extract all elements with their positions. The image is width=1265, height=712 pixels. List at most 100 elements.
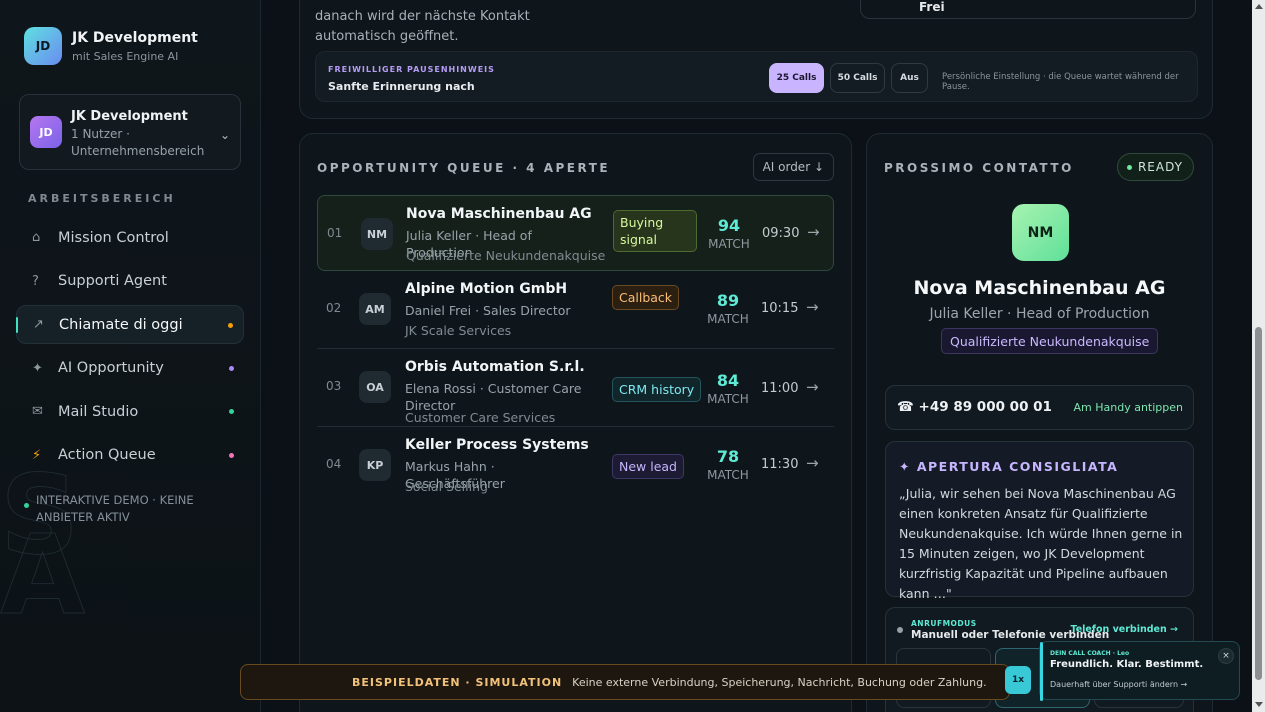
close-icon[interactable]: × xyxy=(1218,648,1234,664)
contact-person: Daniel Frei · Sales Director xyxy=(405,303,571,318)
segment: Customer Care Services xyxy=(405,410,556,425)
opener-title: ✦ APERTURA CONSIGLIATA xyxy=(899,459,1119,474)
pause-option-50[interactable]: 50 Calls xyxy=(830,63,885,93)
sort-order-button[interactable]: AI order ↓ xyxy=(752,153,834,181)
auto-open-note: danach wird der nächste Kontakt automati… xyxy=(315,9,530,44)
queue-row[interactable]: 03 OA Orbis Automation S.r.l. Elena Ross… xyxy=(317,349,834,427)
coach-title: Freundlich. Klar. Bestimmt. xyxy=(1050,659,1204,670)
row-number: 01 xyxy=(327,226,343,240)
status-badge: CRM history xyxy=(612,377,702,402)
sparkle-icon: ✦ xyxy=(32,360,43,376)
score-label: MATCH xyxy=(707,312,749,326)
queue-row[interactable]: 01 NM Nova Maschinenbau AG Julia Keller … xyxy=(317,195,834,271)
score-label: MATCH xyxy=(707,468,749,482)
sidebar-item-supporti-agent[interactable]: ? Supporti Agent xyxy=(16,262,244,301)
contact-company: Nova Maschinenbau AG xyxy=(913,277,1166,299)
queue-row[interactable]: 02 AM Alpine Motion GmbH Daniel Frei · S… xyxy=(317,271,834,349)
phone-number: ☎ +49 89 000 00 01 xyxy=(897,399,1052,415)
queue-settings-panel: danach wird der nächste Kontakt automati… xyxy=(299,0,1213,119)
brand-subtitle: mit Sales Engine AI xyxy=(72,49,179,63)
avatar: NM xyxy=(361,218,393,250)
demo-status-dot xyxy=(24,503,29,508)
scrollbar[interactable] xyxy=(1252,0,1265,712)
simulation-label: BEISPIELDATEN · SIMULATION xyxy=(352,675,563,689)
segment: JK Scale Services xyxy=(405,323,512,338)
next-contact-title: PROSSIMO CONTATTO xyxy=(884,161,1074,175)
sidebar-item-ai-opportunity[interactable]: ✦ AI Opportunity xyxy=(16,349,244,388)
pause-option-off[interactable]: Aus xyxy=(891,63,928,93)
company-name: Orbis Automation S.r.l. xyxy=(405,359,585,375)
contact-person: Elena Rossi · Customer Care Director xyxy=(405,381,582,413)
next-contact-panel: PROSSIMO CONTATTO READY NM Nova Maschine… xyxy=(866,133,1213,712)
status-dot xyxy=(229,365,234,371)
queue-title: OPPORTUNITY QUEUE · 4 APERTE xyxy=(317,161,611,175)
scroll-up-icon[interactable] xyxy=(1255,4,1263,9)
mail-icon: ✉ xyxy=(32,404,43,419)
score-value: 89 xyxy=(716,291,740,310)
segment-badge: Qualifizierte Neukundenakquise xyxy=(941,328,1159,354)
setting-box[interactable]: Frei xyxy=(860,0,1196,19)
demo-note: INTERAKTIVE DEMO · KEINE ANBIETER AKTIV xyxy=(36,493,194,524)
coach-label: DEIN CALL COACH · Leo xyxy=(1050,650,1130,657)
sidebar-item-label: AI Opportunity xyxy=(58,360,164,376)
sidebar-item-label: Chiamate di oggi xyxy=(59,316,183,333)
pause-value: Sanfte Erinnerung nach xyxy=(328,80,475,93)
sidebar-nav: ⌂ Mission Control ? Supporti Agent ↗ Chi… xyxy=(16,218,244,479)
phone-row[interactable]: ☎ +49 89 000 00 01 Am Handy antippen xyxy=(885,385,1194,430)
suggested-opener: ✦ APERTURA CONSIGLIATA „Julia, wir sehen… xyxy=(885,441,1194,601)
account-detail: 1 Nutzer · Unternehmensbereich xyxy=(71,127,205,158)
speed-toggle-button[interactable]: 1x xyxy=(1005,666,1031,694)
status-badge: Callback xyxy=(612,285,680,310)
match-score: 89 MATCH xyxy=(705,291,751,326)
accent-bar xyxy=(1040,642,1043,701)
account-switcher[interactable]: JD JK Development 1 Nutzer · Unternehmen… xyxy=(19,94,241,170)
score-label: MATCH xyxy=(707,392,749,406)
avatar: AM xyxy=(359,293,391,325)
nav-section-title: ARBEITSBEREICH xyxy=(28,192,176,205)
queue-row[interactable]: 04 KP Keller Process Systems Markus Hahn… xyxy=(317,427,834,505)
pause-note: Persönliche Einstellung · die Queue wart… xyxy=(942,72,1179,92)
call-mode-label: ANRUFMODUS xyxy=(911,619,977,628)
sidebar-item-mail-studio[interactable]: ✉ Mail Studio xyxy=(16,392,244,431)
brand[interactable]: JD JK Development mit Sales Engine AI xyxy=(24,27,198,65)
main-content: danach wird der nächste Kontakt automati… xyxy=(261,0,1252,712)
tap-to-call-link[interactable]: Am Handy antippen xyxy=(1074,401,1184,414)
sidebar-item-label: Mission Control xyxy=(58,229,169,246)
scroll-down-icon[interactable] xyxy=(1255,702,1263,707)
opportunity-queue-panel: OPPORTUNITY QUEUE · 4 APERTE AI order ↓ … xyxy=(299,133,852,712)
match-score: 84 MATCH xyxy=(705,371,751,406)
mode-dot xyxy=(897,627,903,633)
sidebar-item-chiamate-di-oggi[interactable]: ↗ Chiamate di oggi xyxy=(16,305,244,344)
simulation-text: Keine externe Verbindung, Speicherung, N… xyxy=(572,675,987,689)
score-value: 94 xyxy=(717,216,741,235)
arrow-right-icon[interactable]: → xyxy=(806,454,819,472)
opener-text: „Julia, wir sehen bei Nova Maschinenbau … xyxy=(899,486,1183,601)
chevron-down-icon: ⌄ xyxy=(219,128,230,142)
call-coach-toast[interactable]: DEIN CALL COACH · Leo Freundlich. Klar. … xyxy=(1039,641,1240,701)
account-name: JK Development xyxy=(71,109,188,124)
account-logo: JD xyxy=(30,116,62,148)
queue-list: 01 NM Nova Maschinenbau AG Julia Keller … xyxy=(317,195,834,505)
segment: Social Selling xyxy=(405,479,488,494)
arrow-right-icon[interactable]: → xyxy=(806,298,819,316)
pause-option-25[interactable]: 25 Calls xyxy=(769,63,824,93)
sidebar-item-mission-control[interactable]: ⌂ Mission Control xyxy=(16,218,244,257)
match-score: 78 MATCH xyxy=(705,447,751,482)
contact-person: Julia Keller · Head of Production xyxy=(929,306,1150,322)
score-value: 84 xyxy=(716,371,740,390)
pause-label: FREIWILLIGER PAUSENHINWEIS xyxy=(328,65,495,74)
connect-phone-link[interactable]: Telefon verbinden → xyxy=(1070,624,1178,635)
arrow-right-icon[interactable]: → xyxy=(807,223,820,241)
row-number: 02 xyxy=(326,301,342,315)
scroll-thumb[interactable] xyxy=(1255,327,1262,680)
call-time: 11:30 xyxy=(761,457,799,472)
coach-change-link[interactable]: Dauerhaft über Supporti ändern → xyxy=(1050,680,1187,689)
status-badge: READY xyxy=(1116,153,1194,181)
question-icon: ? xyxy=(32,273,39,289)
score-value: 78 xyxy=(716,447,740,466)
avatar: NM xyxy=(1012,204,1069,261)
status-badge: Buying signal xyxy=(613,210,697,252)
call-time: 10:15 xyxy=(761,301,799,316)
row-number: 03 xyxy=(326,379,342,393)
arrow-right-icon[interactable]: → xyxy=(806,378,819,396)
